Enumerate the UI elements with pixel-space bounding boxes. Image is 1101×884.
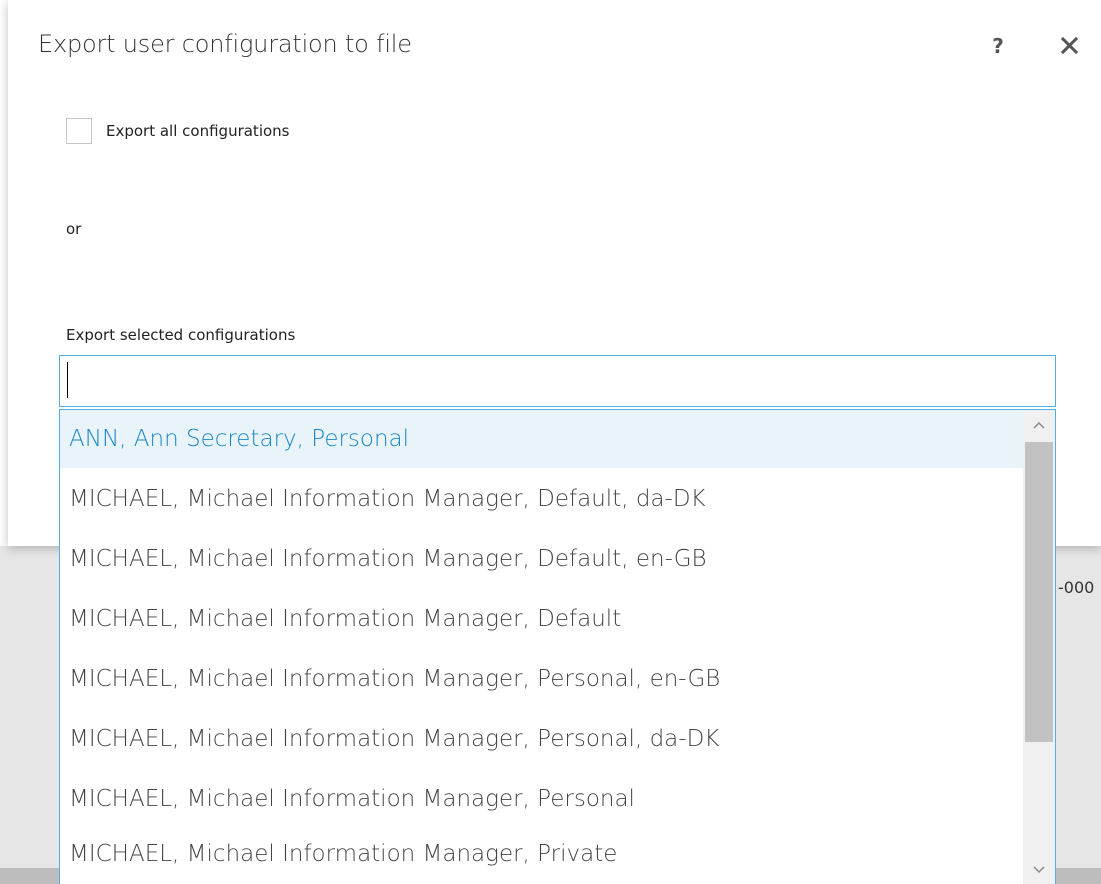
export-selected-label: Export selected configurations (66, 326, 296, 344)
configuration-search-input[interactable] (59, 355, 1056, 407)
dropdown-option[interactable]: MICHAEL, Michael Information Manager, De… (60, 590, 1023, 648)
export-all-checkbox[interactable] (66, 118, 92, 144)
scroll-down-button[interactable] (1023, 855, 1055, 884)
or-separator: or (66, 220, 82, 238)
text-caret (67, 362, 68, 398)
configuration-dropdown[interactable]: ANN, Ann Secretary, Personal MICHAEL, Mi… (59, 409, 1056, 884)
chevron-up-icon (1033, 421, 1045, 429)
export-all-row: Export all configurations (66, 118, 289, 144)
export-all-label: Export all configurations (106, 122, 290, 140)
help-button[interactable]: ? (986, 34, 1010, 62)
close-button[interactable] (1054, 28, 1086, 64)
dropdown-option[interactable]: MICHAEL, Michael Information Manager, De… (60, 530, 1023, 588)
dropdown-option[interactable]: ANN, Ann Secretary, Personal (60, 410, 1023, 468)
dropdown-option[interactable]: MICHAEL, Michael Information Manager, Pe… (60, 650, 1023, 708)
scrollbar-thumb[interactable] (1025, 442, 1053, 742)
close-icon (1060, 36, 1079, 55)
dropdown-option[interactable]: MICHAEL, Michael Information Manager, Pr… (60, 825, 1023, 883)
dropdown-scrollbar[interactable] (1023, 410, 1055, 884)
dropdown-option[interactable]: MICHAEL, Michael Information Manager, Pe… (60, 770, 1023, 828)
help-icon: ? (992, 34, 1004, 58)
dropdown-option[interactable]: MICHAEL, Michael Information Manager, Pe… (60, 710, 1023, 768)
dialog-title: Export user configuration to file (38, 30, 412, 58)
chevron-down-icon (1033, 866, 1045, 874)
background-text: -000 (1058, 578, 1095, 597)
dropdown-option[interactable]: MICHAEL, Michael Information Manager, De… (60, 470, 1023, 528)
scroll-up-button[interactable] (1023, 410, 1055, 440)
